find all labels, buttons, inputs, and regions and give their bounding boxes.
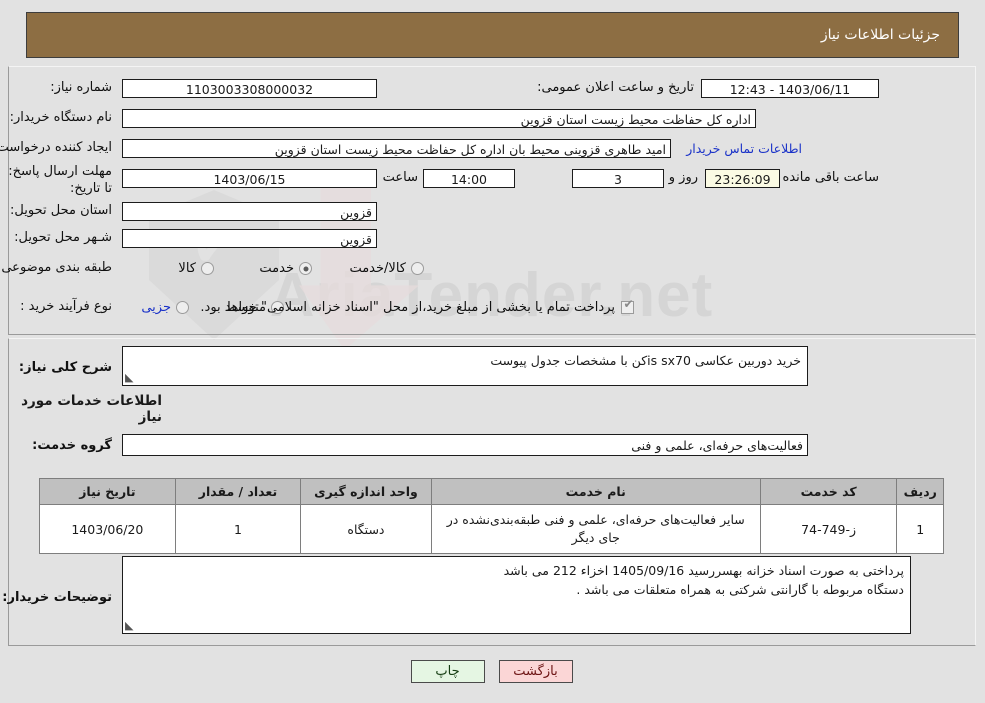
radio-icon-goods-service[interactable] bbox=[412, 262, 425, 275]
category-option-goods-service-label: کالا/خدمت bbox=[350, 261, 407, 276]
buyer-contact-link-wrap[interactable]: اطلاعات تماس خریدار bbox=[687, 141, 803, 156]
countdown-value: 23:26:09 bbox=[706, 169, 781, 188]
treasury-note-row[interactable]: پرداخت تمام یا بخشی از مبلغ خرید،از محل … bbox=[201, 298, 636, 315]
category-row: طبقه بندی موضوعی: bbox=[0, 260, 113, 275]
page-root: AriaTender.net جزئیات اطلاعات نیاز شماره… bbox=[0, 0, 985, 703]
checkbox-icon-treasury[interactable] bbox=[622, 298, 636, 314]
col-name: نام خدمت bbox=[431, 478, 762, 505]
treasury-note-label: پرداخت تمام یا بخشی از مبلغ خرید،از محل … bbox=[201, 300, 616, 315]
print-button[interactable]: چاپ bbox=[411, 660, 486, 683]
buyer-notes-row: توضیحات خریدار: bbox=[3, 590, 113, 605]
deadline-time-label-wrap: ساعت bbox=[384, 170, 419, 185]
col-index: ردیف bbox=[897, 478, 945, 505]
cell-code: ز-749-74 bbox=[760, 504, 899, 554]
requester-label: ایجاد کننده درخواست: bbox=[0, 140, 113, 155]
service-group-label: گروه خدمت: bbox=[33, 438, 113, 453]
page-header: جزئیات اطلاعات نیاز bbox=[27, 12, 960, 58]
action-buttons: بازگشت چاپ bbox=[0, 660, 985, 683]
page-title: جزئیات اطلاعات نیاز bbox=[821, 27, 941, 43]
category-option-service[interactable]: خدمت bbox=[260, 261, 313, 276]
col-qty: تعداد / مقدار bbox=[175, 478, 303, 505]
cell-index: 1 bbox=[897, 504, 945, 554]
service-group-value[interactable]: فعالیت‌های حرفه‌ای، علمی و فنی bbox=[123, 434, 809, 456]
city-value[interactable]: قزوین bbox=[123, 229, 378, 248]
services-table: ردیف کد خدمت نام خدمت واحد اندازه گیری ت… bbox=[40, 478, 945, 554]
days-label: روز و bbox=[669, 170, 699, 185]
cell-name: سایر فعالیت‌های حرفه‌ای، علمی و فنی طبقه… bbox=[431, 504, 762, 554]
table-row: 1 ز-749-74 سایر فعالیت‌های حرفه‌ای، علمی… bbox=[40, 504, 945, 554]
resize-handle-icon-notes[interactable]: ◢ bbox=[126, 619, 138, 632]
buyer-notes-line-2: دستگاه مربوطه با گارانتی شرکتی به همراه … bbox=[577, 582, 905, 597]
need-info-panel bbox=[9, 66, 977, 335]
cell-date: 1403/06/20 bbox=[40, 504, 177, 554]
radio-icon-service[interactable] bbox=[300, 262, 313, 275]
need-number-label: شماره نیاز: bbox=[51, 80, 113, 95]
col-code: کد خدمت bbox=[760, 478, 899, 505]
buyer-notes-line-1: پرداختی به صورت اسناد خزانه بهسررسید 140… bbox=[504, 563, 905, 578]
resize-handle-icon[interactable]: ◢ bbox=[126, 371, 138, 384]
announce-datetime-label: تاریخ و ساعت اعلان عمومی: bbox=[538, 80, 695, 95]
deadline-time-value[interactable]: 14:00 bbox=[424, 169, 516, 188]
radio-icon-goods[interactable] bbox=[202, 262, 215, 275]
deadline-date-value[interactable]: 1403/06/15 bbox=[123, 169, 378, 188]
buyer-org-row: نام دستگاه خریدار: bbox=[11, 110, 113, 125]
radio-icon-minor[interactable] bbox=[177, 301, 190, 314]
deadline-time-label: ساعت bbox=[383, 170, 419, 185]
col-unit: واحد اندازه گیری bbox=[301, 478, 433, 505]
description-textarea[interactable]: خرید دوربین عکاسی is sx70کن با مشخصات جد… bbox=[123, 346, 809, 386]
description-label: شرح کلی نیاز: bbox=[19, 360, 113, 375]
days-remaining-value[interactable]: 3 bbox=[573, 169, 665, 188]
days-label-wrap: روز و bbox=[670, 170, 699, 185]
city-label: شـهر محل تحویل: bbox=[15, 230, 113, 245]
province-row: استان محل تحویل: bbox=[11, 203, 113, 218]
category-label: طبقه بندی موضوعی: bbox=[0, 260, 113, 275]
services-section-heading: اطلاعات خدمات مورد نیاز bbox=[22, 393, 163, 425]
table-header-row: ردیف کد خدمت نام خدمت واحد اندازه گیری ت… bbox=[40, 478, 945, 505]
category-option-goods-label: کالا bbox=[179, 261, 197, 276]
category-option-goods-service[interactable]: کالا/خدمت bbox=[350, 261, 425, 276]
need-number-row: شماره نیاز: bbox=[51, 80, 113, 95]
buyer-notes-label: توضیحات خریدار: bbox=[3, 590, 113, 605]
need-number-value[interactable]: 1103003308000032 bbox=[123, 79, 378, 98]
description-row: شرح کلی نیاز: bbox=[20, 360, 113, 375]
buyer-contact-link[interactable]: اطلاعات تماس خریدار bbox=[687, 141, 803, 156]
buyer-org-label: نام دستگاه خریدار: bbox=[10, 110, 113, 125]
requester-row: ایجاد کننده درخواست: bbox=[0, 140, 113, 155]
purchase-type-label: نوع فرآیند خرید : bbox=[21, 299, 113, 314]
province-value[interactable]: قزوین bbox=[123, 202, 378, 221]
deadline-label: مهلت ارسال پاسخ: تا تاریخ: bbox=[9, 164, 113, 196]
category-option-service-label: خدمت bbox=[260, 261, 295, 276]
buyer-org-value[interactable]: اداره کل حفاظت محیط زیست استان قزوین bbox=[123, 109, 757, 128]
purchase-type-row: نوع فرآیند خرید : bbox=[21, 299, 113, 314]
cell-qty: 1 bbox=[175, 504, 303, 554]
service-group-row: گروه خدمت: bbox=[33, 438, 113, 453]
col-date: تاریخ نیاز bbox=[40, 478, 177, 505]
province-label: استان محل تحویل: bbox=[11, 203, 113, 218]
purchase-type-option-minor-label: جزیی bbox=[142, 300, 172, 315]
announce-datetime-row: تاریخ و ساعت اعلان عمومی: bbox=[538, 80, 695, 95]
remaining-label-wrap: ساعت باقی مانده bbox=[784, 170, 880, 185]
cell-unit: دستگاه bbox=[301, 504, 433, 554]
announce-datetime-value[interactable]: 1403/06/11 - 12:43 bbox=[702, 79, 880, 98]
back-button[interactable]: بازگشت bbox=[499, 660, 574, 683]
city-row: شـهر محل تحویل: bbox=[15, 230, 113, 245]
deadline-label-wrap: مهلت ارسال پاسخ: تا تاریخ: bbox=[8, 163, 113, 197]
purchase-type-option-minor[interactable]: جزیی bbox=[142, 300, 190, 315]
requester-value[interactable]: امید طاهری قزوینی محیط بان اداره کل حفاظ… bbox=[123, 139, 672, 158]
description-value: خرید دوربین عکاسی is sx70کن با مشخصات جد… bbox=[491, 353, 802, 368]
remaining-label: ساعت باقی مانده bbox=[783, 170, 880, 185]
category-option-goods[interactable]: کالا bbox=[179, 261, 215, 276]
buyer-notes-textarea[interactable]: پرداختی به صورت اسناد خزانه بهسررسید 140… bbox=[123, 556, 912, 634]
